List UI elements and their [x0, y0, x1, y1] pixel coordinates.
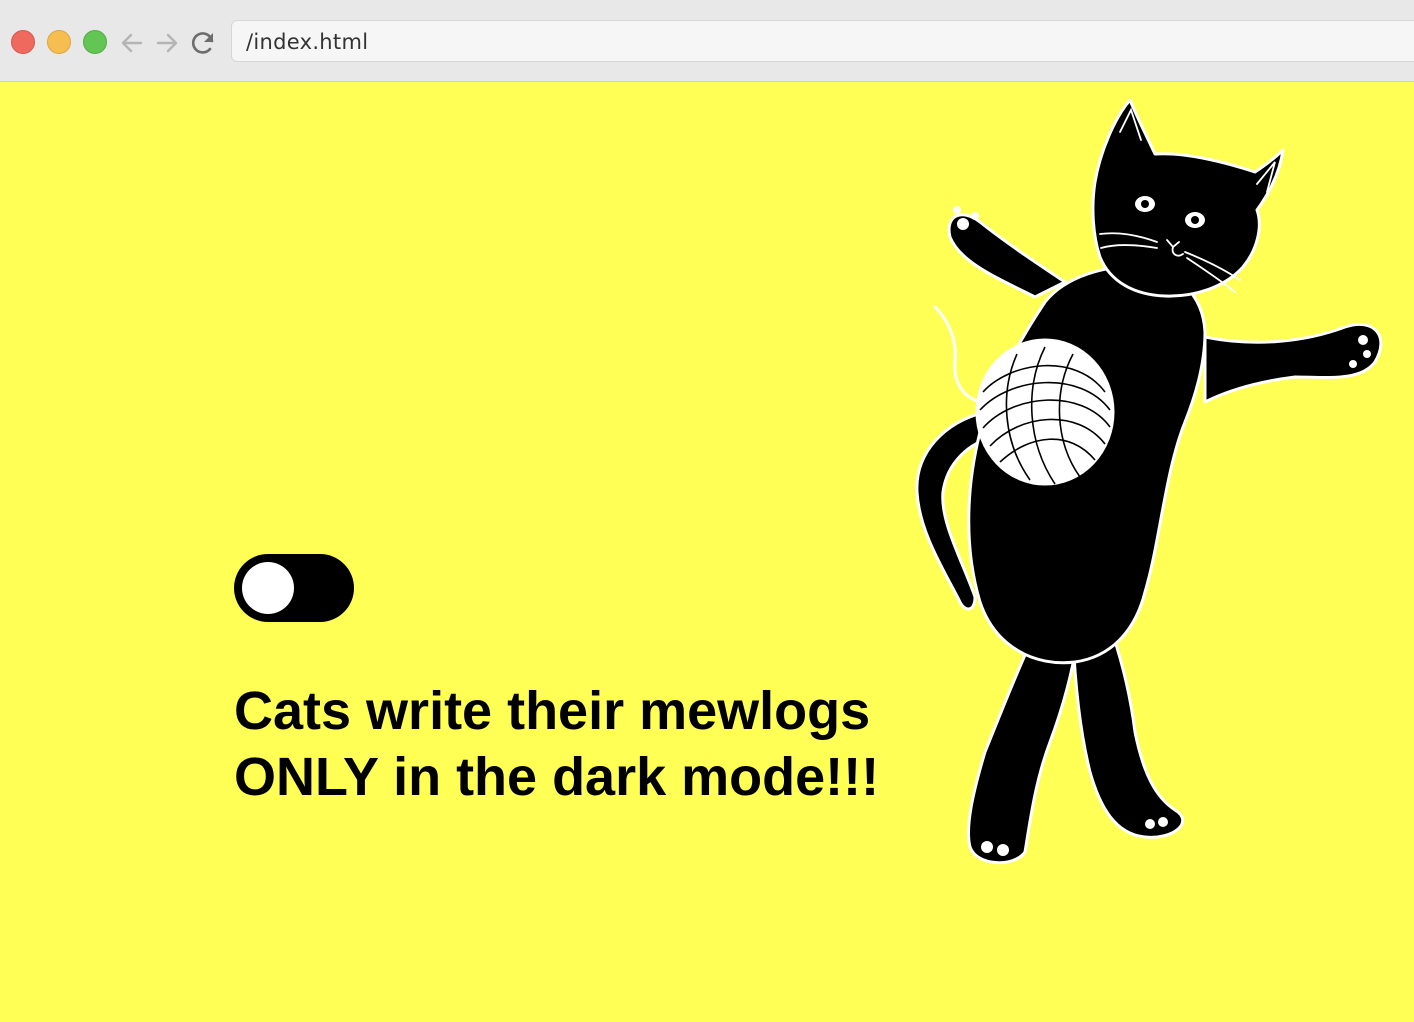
forward-button[interactable] [152, 28, 182, 58]
close-window-button[interactable] [11, 30, 35, 54]
dark-mode-toggle[interactable] [234, 554, 354, 622]
headline-line-2: ONLY in the dark mode!!! [234, 747, 880, 807]
url-text: /index.html [246, 30, 369, 54]
toggle-knob [242, 562, 294, 614]
page-content: Cats write their mewlogs ONLY in the dar… [0, 82, 1414, 1022]
zoom-window-button[interactable] [83, 30, 107, 54]
arrow-right-icon [156, 33, 178, 53]
minimize-window-button[interactable] [47, 30, 71, 54]
back-button[interactable] [117, 28, 147, 58]
headline-line-1: Cats write their mewlogs [234, 681, 871, 741]
headline: Cats write their mewlogs ONLY in the dar… [234, 678, 879, 810]
browser-toolbar: /index.html [0, 0, 1414, 82]
arrow-left-icon [121, 33, 143, 53]
cat-with-yarn-icon [915, 98, 1383, 865]
address-bar[interactable]: /index.html [231, 20, 1414, 62]
reload-button[interactable] [188, 28, 218, 58]
reload-icon [191, 32, 214, 54]
